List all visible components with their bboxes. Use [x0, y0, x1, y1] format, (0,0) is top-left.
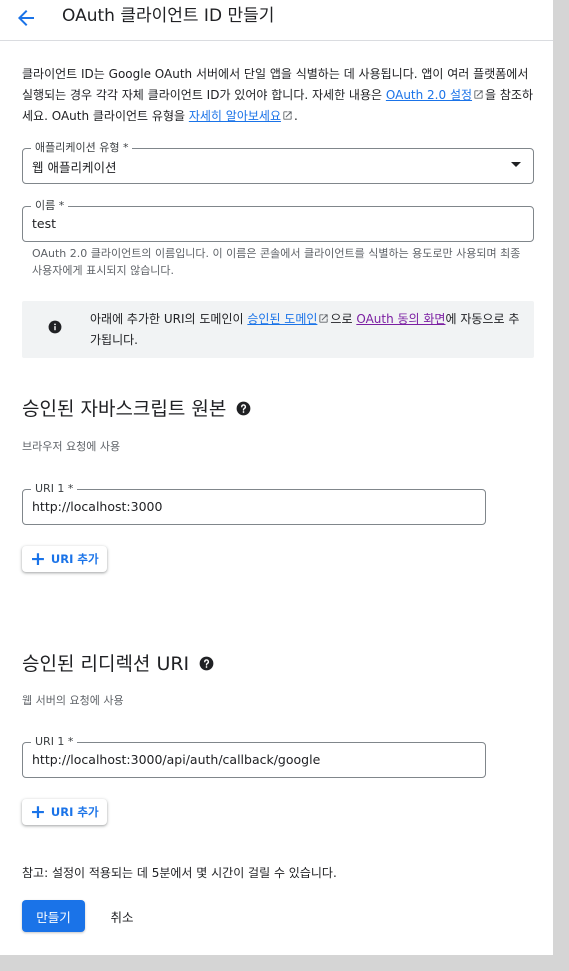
external-link-icon	[283, 111, 292, 120]
page-header: OAuth 클라이언트 ID 만들기	[0, 0, 553, 41]
application-type-select[interactable]: 애플리케이션 유형 * 웹 애플리케이션	[22, 141, 534, 184]
redirect-uri-label: URI 1 *	[31, 735, 78, 749]
intro-text-part: .	[293, 109, 298, 123]
plus-icon: +	[30, 801, 46, 823]
redirect-uris-title: 승인된 리디렉션 URI	[22, 653, 190, 675]
plus-icon: +	[30, 548, 46, 570]
redirect-uris-title-row: 승인된 리디렉션 URI	[22, 650, 214, 678]
info-text: 아래에 추가한 URI의 도메인이 승인된 도메인 으로 OAuth 동의 화면에…	[90, 309, 522, 351]
js-origins-title-row: 승인된 자바스크립트 원본	[22, 395, 251, 423]
help-icon[interactable]	[199, 656, 214, 671]
add-uri-label: URI 추가	[50, 552, 99, 566]
learn-more-link[interactable]: 자세히 알아보세요	[189, 109, 281, 123]
name-label: 이름 *	[31, 199, 69, 213]
add-uri-label: URI 추가	[50, 805, 99, 819]
add-redirect-uri-button[interactable]: + URI 추가	[22, 799, 107, 825]
js-origins-subtitle: 브라우저 요청에 사용	[22, 440, 121, 453]
add-js-origin-uri-button[interactable]: + URI 추가	[22, 546, 107, 572]
oauth-settings-link[interactable]: OAuth 2.0 설정	[386, 88, 472, 102]
info-text-part: 아래에 추가한 URI의 도메인이	[90, 312, 248, 326]
info-icon	[48, 320, 62, 334]
redirect-uri-input[interactable]: URI 1 * http://localhost:3000/api/auth/c…	[22, 735, 486, 778]
help-icon[interactable]	[236, 401, 251, 416]
info-box: 아래에 추가한 URI의 도메인이 승인된 도메인 으로 OAuth 동의 화면에…	[22, 301, 534, 358]
name-hint: OAuth 2.0 클라이언트의 이름입니다. 이 이름은 콘솔에서 클라이언트…	[32, 247, 521, 277]
application-type-label: 애플리케이션 유형 *	[31, 141, 133, 155]
dropdown-arrow-icon	[511, 162, 521, 167]
intro-text: 클라이언트 ID는 Google OAuth 서버에서 단일 앱을 식별하는 데…	[22, 64, 534, 127]
info-text-part: 으로	[330, 312, 357, 326]
authorized-domain-link[interactable]: 승인된 도메인	[247, 312, 317, 326]
back-arrow-icon[interactable]	[14, 6, 38, 30]
create-button[interactable]: 만들기	[22, 900, 85, 932]
redirect-uri-value: http://localhost:3000/api/auth/callback/…	[32, 752, 321, 767]
page-title: OAuth 클라이언트 ID 만들기	[62, 6, 275, 26]
application-type-value: 웹 애플리케이션	[32, 160, 117, 175]
name-input[interactable]: 이름 * test	[22, 199, 534, 242]
cancel-button[interactable]: 취소	[98, 900, 146, 932]
js-origin-uri-value: http://localhost:3000	[32, 499, 163, 514]
js-origin-uri-label: URI 1 *	[31, 482, 78, 496]
js-origin-uri-input[interactable]: URI 1 * http://localhost:3000	[22, 482, 486, 525]
oauth-consent-screen-link[interactable]: OAuth 동의 화면	[356, 312, 445, 326]
external-link-icon	[474, 90, 483, 99]
form-panel: OAuth 클라이언트 ID 만들기 클라이언트 ID는 Google OAut…	[0, 0, 553, 955]
settings-note: 참고: 설정이 적용되는 데 5분에서 몇 시간이 걸릴 수 있습니다.	[22, 866, 337, 880]
name-value: test	[32, 216, 57, 231]
redirect-uris-subtitle: 웹 서버의 요청에 사용	[22, 694, 124, 707]
external-link-icon	[319, 314, 329, 323]
js-origins-title: 승인된 자바스크립트 원본	[22, 398, 227, 420]
